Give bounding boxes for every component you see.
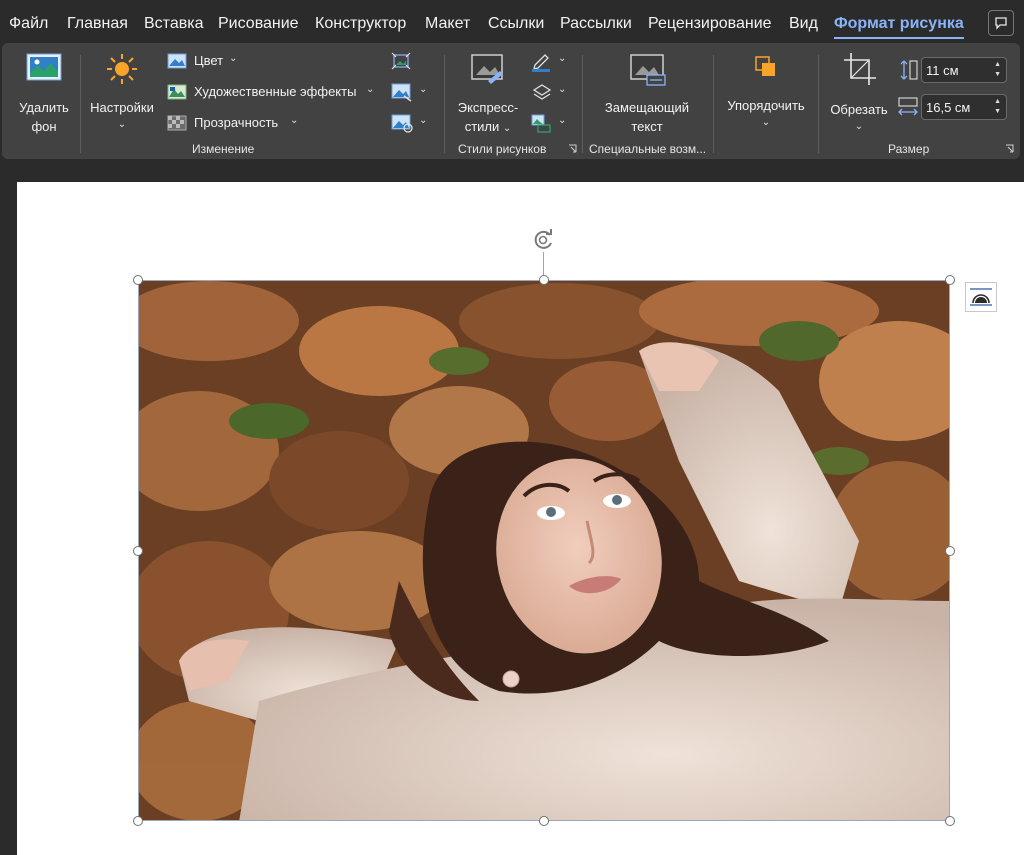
resize-handle-bottom-left[interactable]	[133, 816, 143, 826]
height-value: 11 см	[926, 63, 959, 78]
selected-picture[interactable]	[138, 280, 950, 821]
color-icon	[167, 53, 187, 69]
color-label: Цвет	[194, 53, 224, 68]
reset-picture-icon	[391, 114, 413, 133]
spin-arrows-icon[interactable]: ▲ ▼	[994, 97, 1001, 117]
corrections-label: Настройки	[90, 100, 154, 115]
chevron-down-icon: ⌄	[854, 121, 864, 132]
chevron-down-icon: ⌄	[761, 117, 771, 128]
separator	[818, 55, 819, 153]
picture-layout-button[interactable]: ⌄	[530, 113, 570, 135]
remove-background-label-2: фон	[31, 119, 57, 134]
group-label-adjust: Изменение	[192, 142, 255, 156]
height-icon	[900, 60, 918, 80]
width-value: 16,5 см	[926, 100, 971, 115]
separator	[444, 55, 445, 153]
compress-pictures-button[interactable]	[391, 52, 413, 72]
picture-layout-icon	[531, 114, 551, 133]
ribbon: Удалить фон Настройки ⌄ Цвет ⌄ Художеств…	[2, 43, 1020, 159]
width-icon	[898, 97, 918, 116]
tab-insert[interactable]: Вставка	[144, 15, 203, 33]
resize-handle-bottom[interactable]	[539, 816, 549, 826]
comment-icon	[995, 17, 1007, 30]
wrap-text-icon	[970, 288, 992, 306]
tab-design[interactable]: Конструктор	[315, 15, 406, 33]
sun-icon	[107, 54, 137, 84]
corrections-button[interactable]: Настройки ⌄	[86, 51, 158, 135]
picture-effects-icon	[532, 84, 552, 100]
chevron-down-icon: ⌄	[117, 119, 127, 130]
chevron-down-icon: ⌄	[290, 115, 299, 126]
tab-references[interactable]: Ссылки	[488, 15, 544, 33]
transparency-label: Прозрачность	[194, 115, 279, 130]
arrange-button[interactable]: Упорядочить ⌄	[718, 51, 814, 135]
arrange-icon	[755, 56, 775, 76]
dialog-launcher-icon[interactable]	[568, 144, 577, 153]
remove-background-button[interactable]: Удалить фон	[12, 51, 76, 135]
crop-button[interactable]: Обрезать ⌄	[824, 51, 894, 135]
separator	[80, 55, 81, 153]
height-field[interactable]: 11 см ▲ ▼	[921, 57, 1007, 83]
chevron-down-icon: ⌄	[229, 53, 238, 64]
tab-view[interactable]: Вид	[789, 15, 818, 33]
group-label-accessibility: Специальные возм...	[589, 142, 707, 156]
resize-handle-top-right[interactable]	[945, 275, 955, 285]
resize-handle-top[interactable]	[539, 275, 549, 285]
change-picture-icon	[391, 83, 412, 102]
chevron-down-icon: ⌄	[419, 115, 428, 126]
picture-border-button[interactable]: ⌄	[530, 52, 570, 72]
tab-layout[interactable]: Макет	[425, 15, 470, 33]
arrange-label: Упорядочить	[727, 98, 805, 113]
tab-file[interactable]: Файл	[9, 15, 48, 33]
resize-handle-left[interactable]	[133, 546, 143, 556]
tab-review[interactable]: Рецензирование	[648, 15, 772, 33]
separator	[582, 55, 583, 153]
alt-text-label-2: текст	[631, 119, 663, 134]
layout-options-button[interactable]	[965, 282, 997, 312]
remove-background-icon	[26, 53, 62, 81]
artistic-effects-icon	[167, 84, 187, 100]
change-picture-button[interactable]: ⌄	[391, 82, 431, 104]
width-field[interactable]: 16,5 см ▲ ▼	[921, 94, 1007, 120]
spin-arrows-icon[interactable]: ▲ ▼	[994, 60, 1001, 80]
quick-styles-button[interactable]: Экспресс- стили ⌄	[453, 51, 523, 135]
chevron-down-icon: ⌄	[558, 115, 567, 126]
reset-picture-button[interactable]: ⌄	[391, 113, 431, 135]
rotate-handle-icon[interactable]	[531, 227, 557, 253]
tab-picture-format[interactable]: Формат рисунка	[834, 15, 964, 39]
chevron-down-icon: ⌄	[558, 53, 567, 64]
crop-label: Обрезать	[830, 102, 888, 117]
transparency-icon	[167, 115, 187, 131]
separator	[713, 55, 714, 153]
menu-bar: Файл Главная Вставка Рисование Конструкт…	[0, 0, 1024, 46]
remove-background-label-1: Удалить	[19, 100, 69, 115]
resize-handle-bottom-right[interactable]	[945, 816, 955, 826]
chevron-down-icon: ⌄	[419, 84, 428, 95]
quick-styles-icon	[471, 54, 503, 84]
resize-handle-top-left[interactable]	[133, 275, 143, 285]
tab-home[interactable]: Главная	[67, 15, 128, 33]
pen-icon	[532, 54, 550, 72]
dialog-launcher-icon[interactable]	[1005, 144, 1014, 153]
quick-styles-label-2: стили ⌄	[464, 119, 512, 134]
crop-icon	[844, 53, 876, 85]
woman-in-autumn-leaves-image	[139, 281, 949, 820]
tab-draw[interactable]: Рисование	[218, 15, 299, 33]
quick-styles-label-1: Экспресс-	[457, 100, 519, 115]
comments-button[interactable]	[988, 10, 1014, 36]
picture-effects-button[interactable]: ⌄	[530, 82, 570, 104]
alt-text-icon	[630, 54, 666, 86]
alt-text-label-1: Замещающий	[604, 100, 690, 115]
alt-text-button[interactable]: Замещающий текст	[592, 51, 702, 135]
group-label-styles: Стили рисунков	[458, 142, 547, 156]
resize-handle-right[interactable]	[945, 546, 955, 556]
group-label-size: Размер	[888, 142, 930, 156]
compress-pictures-icon	[391, 52, 411, 70]
chevron-down-icon: ⌄	[366, 84, 375, 95]
chevron-down-icon: ⌄	[558, 84, 567, 95]
tab-mailings[interactable]: Рассылки	[560, 15, 632, 33]
artistic-effects-label: Художественные эффекты	[194, 84, 357, 99]
